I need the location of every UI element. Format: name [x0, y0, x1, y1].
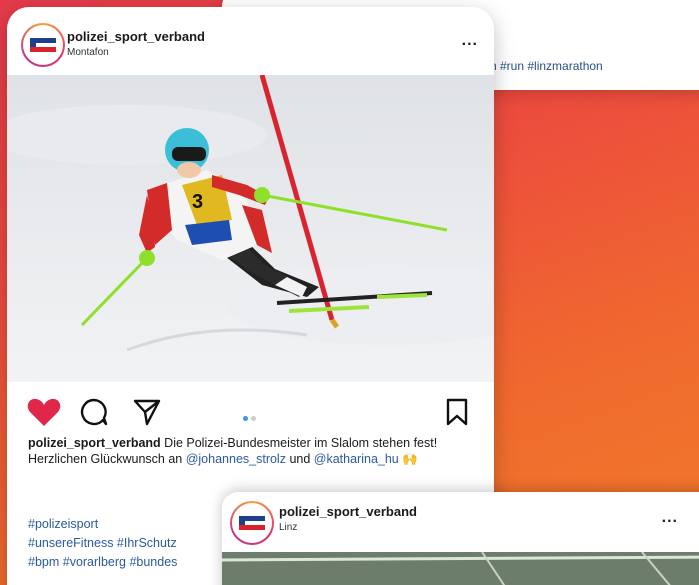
heart-icon[interactable]	[27, 397, 61, 427]
raised-hands-emoji: 🙌	[398, 452, 418, 466]
post-header: polizei_sport_verband Montafon ...	[7, 7, 494, 75]
post-actions-bar	[7, 385, 494, 435]
background-post-hashtags[interactable]: n #run #linzmarathon	[490, 59, 603, 73]
slalom-skier-image: 3	[7, 75, 494, 382]
post-photo[interactable]	[222, 551, 699, 585]
more-options-button[interactable]: ...	[462, 32, 478, 50]
arena-ceiling-image	[222, 551, 699, 585]
caption-mention[interactable]: @katharina_hu	[314, 452, 399, 466]
post-caption: polizei_sport_verband Die Polizei-Bundes…	[28, 435, 478, 467]
profile-avatar[interactable]	[21, 23, 65, 67]
post-username[interactable]: polizei_sport_verband	[279, 504, 417, 519]
post-photo[interactable]: 3	[7, 75, 494, 382]
caption-mention[interactable]: @johannes_strolz	[186, 452, 286, 466]
carousel-dot	[251, 416, 256, 421]
police-flag-logo-icon	[239, 516, 265, 530]
carousel-dot-active	[243, 416, 248, 421]
profile-avatar[interactable]	[230, 501, 274, 545]
post-username[interactable]: polizei_sport_verband	[67, 29, 205, 44]
svg-text:3: 3	[192, 191, 203, 213]
caption-username[interactable]: polizei_sport_verband	[28, 436, 161, 450]
police-flag-logo-icon	[30, 38, 56, 52]
foreground-post-card: polizei_sport_verband Linz ...	[222, 492, 699, 585]
more-options-button[interactable]: ...	[662, 509, 678, 527]
post-location[interactable]: Montafon	[67, 47, 109, 58]
bookmark-icon[interactable]	[444, 397, 470, 427]
comment-icon[interactable]	[79, 397, 109, 427]
carousel-indicator	[243, 408, 259, 426]
post-location[interactable]: Linz	[279, 522, 297, 533]
caption-text: und	[285, 452, 314, 466]
share-icon[interactable]	[132, 397, 162, 427]
